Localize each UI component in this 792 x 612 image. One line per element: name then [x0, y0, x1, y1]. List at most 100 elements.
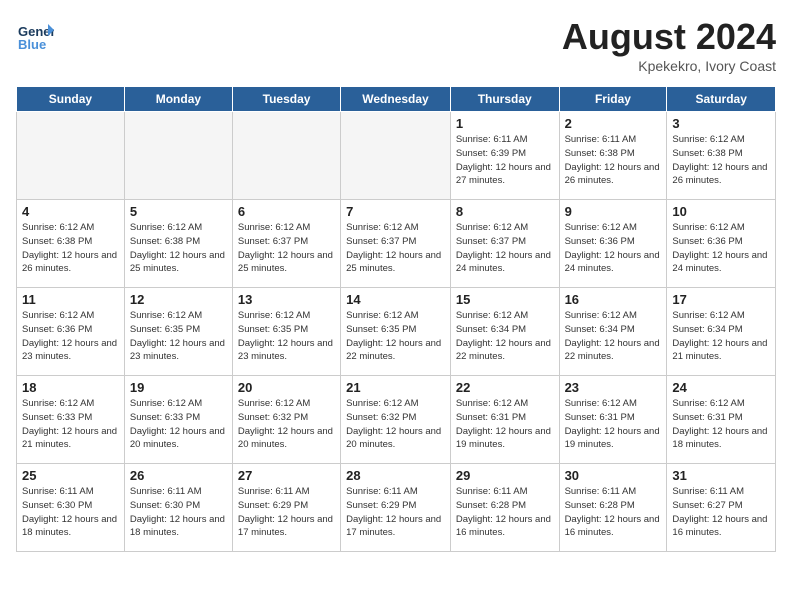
sun-info: Sunrise: 6:12 AM Sunset: 6:38 PM Dayligh…: [672, 133, 770, 188]
day-number: 13: [238, 292, 335, 307]
page-header: General Blue August 2024 Kpekekro, Ivory…: [16, 16, 776, 74]
sun-info: Sunrise: 6:11 AM Sunset: 6:38 PM Dayligh…: [565, 133, 662, 188]
day-number: 6: [238, 204, 335, 219]
table-row: 9Sunrise: 6:12 AM Sunset: 6:36 PM Daylig…: [559, 200, 667, 288]
sun-info: Sunrise: 6:11 AM Sunset: 6:29 PM Dayligh…: [238, 485, 335, 540]
day-number: 24: [672, 380, 770, 395]
day-number: 30: [565, 468, 662, 483]
table-row: 1 Sunrise: 6:11 AM Sunset: 6:39 PM Daylig…: [450, 112, 559, 200]
col-friday: Friday: [559, 87, 667, 112]
table-row: 25Sunrise: 6:11 AM Sunset: 6:30 PM Dayli…: [17, 464, 125, 552]
table-row: 17 Sunrise: 6:12 AM Sunset: 6:34 PM Dayli…: [667, 288, 776, 376]
day-number: 8: [456, 204, 554, 219]
table-row: 21 Sunrise: 6:12 AM Sunset: 6:32 PM Dayli…: [341, 376, 451, 464]
day-number: 22: [456, 380, 554, 395]
sun-info: Sunrise: 6:12 AM Sunset: 6:37 PM Dayligh…: [346, 221, 445, 276]
table-row: [17, 112, 125, 200]
sun-info: Sunrise: 6:11 AM Sunset: 6:28 PM Dayligh…: [565, 485, 662, 540]
sun-info: Sunrise: 6:12 AM Sunset: 6:38 PM Dayligh…: [130, 221, 227, 276]
sun-info: Sunrise: 6:11 AM Sunset: 6:27 PM Dayligh…: [672, 485, 770, 540]
sun-info: Sunrise: 6:12 AM Sunset: 6:31 PM Dayligh…: [672, 397, 770, 452]
sun-info: Sunrise: 6:11 AM Sunset: 6:29 PM Dayligh…: [346, 485, 445, 540]
day-number: 7: [346, 204, 445, 219]
table-row: 22 Sunrise: 6:12 AM Sunset: 6:31 PM Dayli…: [450, 376, 559, 464]
sun-info: Sunrise: 6:12 AM Sunset: 6:32 PM Dayligh…: [346, 397, 445, 452]
table-row: 26 Sunrise: 6:11 AM Sunset: 6:30 PM Dayli…: [124, 464, 232, 552]
calendar-week-row: 1 Sunrise: 6:11 AM Sunset: 6:39 PM Daylig…: [17, 112, 776, 200]
sun-info: Sunrise: 6:12 AM Sunset: 6:36 PM Dayligh…: [672, 221, 770, 276]
location: Kpekekro, Ivory Coast: [562, 58, 776, 74]
sun-info: Sunrise: 6:12 AM Sunset: 6:32 PM Dayligh…: [238, 397, 335, 452]
table-row: 28 Sunrise: 6:11 AM Sunset: 6:29 PM Dayli…: [341, 464, 451, 552]
col-wednesday: Wednesday: [341, 87, 451, 112]
col-tuesday: Tuesday: [232, 87, 340, 112]
table-row: 29Sunrise: 6:11 AM Sunset: 6:28 PM Dayli…: [450, 464, 559, 552]
table-row: [341, 112, 451, 200]
day-number: 2: [565, 116, 662, 131]
sun-info: Sunrise: 6:11 AM Sunset: 6:30 PM Dayligh…: [22, 485, 119, 540]
sun-info: Sunrise: 6:11 AM Sunset: 6:39 PM Dayligh…: [456, 133, 554, 188]
sun-info: Sunrise: 6:12 AM Sunset: 6:35 PM Dayligh…: [130, 309, 227, 364]
day-number: 31: [672, 468, 770, 483]
sun-info: Sunrise: 6:12 AM Sunset: 6:31 PM Dayligh…: [456, 397, 554, 452]
sun-info: Sunrise: 6:12 AM Sunset: 6:35 PM Dayligh…: [238, 309, 335, 364]
table-row: 6 Sunrise: 6:12 AM Sunset: 6:37 PM Daylig…: [232, 200, 340, 288]
day-number: 10: [672, 204, 770, 219]
table-row: 18Sunrise: 6:12 AM Sunset: 6:33 PM Dayli…: [17, 376, 125, 464]
day-number: 20: [238, 380, 335, 395]
day-number: 16: [565, 292, 662, 307]
table-row: 3 Sunrise: 6:12 AM Sunset: 6:38 PM Daylig…: [667, 112, 776, 200]
table-row: 10 Sunrise: 6:12 AM Sunset: 6:36 PM Dayli…: [667, 200, 776, 288]
table-row: 12 Sunrise: 6:12 AM Sunset: 6:35 PM Dayli…: [124, 288, 232, 376]
col-monday: Monday: [124, 87, 232, 112]
table-row: 8Sunrise: 6:12 AM Sunset: 6:37 PM Daylig…: [450, 200, 559, 288]
sun-info: Sunrise: 6:12 AM Sunset: 6:31 PM Dayligh…: [565, 397, 662, 452]
sun-info: Sunrise: 6:12 AM Sunset: 6:34 PM Dayligh…: [565, 309, 662, 364]
sun-info: Sunrise: 6:12 AM Sunset: 6:34 PM Dayligh…: [672, 309, 770, 364]
day-number: 21: [346, 380, 445, 395]
table-row: 20 Sunrise: 6:12 AM Sunset: 6:32 PM Dayli…: [232, 376, 340, 464]
day-number: 27: [238, 468, 335, 483]
day-number: 4: [22, 204, 119, 219]
table-row: 30 Sunrise: 6:11 AM Sunset: 6:28 PM Dayli…: [559, 464, 667, 552]
table-row: 24 Sunrise: 6:12 AM Sunset: 6:31 PM Dayli…: [667, 376, 776, 464]
sun-info: Sunrise: 6:12 AM Sunset: 6:33 PM Dayligh…: [22, 397, 119, 452]
col-saturday: Saturday: [667, 87, 776, 112]
table-row: 19 Sunrise: 6:12 AM Sunset: 6:33 PM Dayli…: [124, 376, 232, 464]
calendar-header-row: Sunday Monday Tuesday Wednesday Thursday…: [17, 87, 776, 112]
day-number: 12: [130, 292, 227, 307]
table-row: 5 Sunrise: 6:12 AM Sunset: 6:38 PM Daylig…: [124, 200, 232, 288]
table-row: 16 Sunrise: 6:12 AM Sunset: 6:34 PM Dayli…: [559, 288, 667, 376]
table-row: [232, 112, 340, 200]
day-number: 3: [672, 116, 770, 131]
sun-info: Sunrise: 6:12 AM Sunset: 6:37 PM Dayligh…: [238, 221, 335, 276]
table-row: 23 Sunrise: 6:12 AM Sunset: 6:31 PM Dayli…: [559, 376, 667, 464]
logo: General Blue: [16, 16, 54, 54]
calendar-week-row: 18Sunrise: 6:12 AM Sunset: 6:33 PM Dayli…: [17, 376, 776, 464]
calendar-week-row: 25Sunrise: 6:11 AM Sunset: 6:30 PM Dayli…: [17, 464, 776, 552]
table-row: [124, 112, 232, 200]
sun-info: Sunrise: 6:12 AM Sunset: 6:36 PM Dayligh…: [22, 309, 119, 364]
day-number: 19: [130, 380, 227, 395]
calendar-table: Sunday Monday Tuesday Wednesday Thursday…: [16, 86, 776, 552]
day-number: 11: [22, 292, 119, 307]
sun-info: Sunrise: 6:11 AM Sunset: 6:30 PM Dayligh…: [130, 485, 227, 540]
sun-info: Sunrise: 6:12 AM Sunset: 6:33 PM Dayligh…: [130, 397, 227, 452]
table-row: 14Sunrise: 6:12 AM Sunset: 6:35 PM Dayli…: [341, 288, 451, 376]
day-number: 17: [672, 292, 770, 307]
day-number: 1: [456, 116, 554, 131]
month-year: August 2024: [562, 16, 776, 58]
day-number: 5: [130, 204, 227, 219]
calendar-week-row: 11 Sunrise: 6:12 AM Sunset: 6:36 PM Dayli…: [17, 288, 776, 376]
calendar-week-row: 4 Sunrise: 6:12 AM Sunset: 6:38 PM Daylig…: [17, 200, 776, 288]
day-number: 28: [346, 468, 445, 483]
table-row: 4Sunrise: 6:12 AM Sunset: 6:38 PM Daylig…: [17, 200, 125, 288]
table-row: 13 Sunrise: 6:12 AM Sunset: 6:35 PM Dayli…: [232, 288, 340, 376]
day-number: 23: [565, 380, 662, 395]
table-row: 2 Sunrise: 6:11 AM Sunset: 6:38 PM Daylig…: [559, 112, 667, 200]
sun-info: Sunrise: 6:12 AM Sunset: 6:34 PM Dayligh…: [456, 309, 554, 364]
day-number: 26: [130, 468, 227, 483]
svg-text:Blue: Blue: [18, 37, 46, 52]
table-row: 15Sunrise: 6:12 AM Sunset: 6:34 PM Dayli…: [450, 288, 559, 376]
col-thursday: Thursday: [450, 87, 559, 112]
